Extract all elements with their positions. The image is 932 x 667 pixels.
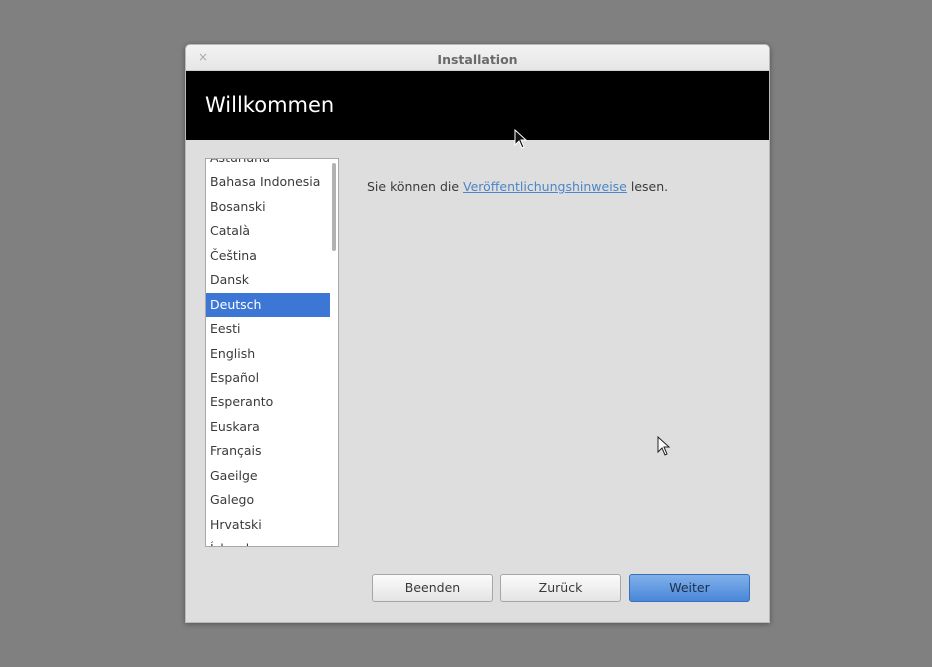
release-notes-text: Sie können die Veröffentlichungshinweise… (367, 179, 668, 194)
language-items: Asturianu Bahasa Indonesia Bosanski Cata… (206, 159, 330, 546)
language-item[interactable]: Eesti (206, 317, 330, 341)
release-notes-link[interactable]: Veröffentlichungshinweise (463, 179, 627, 194)
scrollbar-thumb[interactable] (332, 163, 336, 251)
mouse-pointer-icon (514, 129, 528, 149)
language-item[interactable]: English (206, 342, 330, 366)
mouse-pointer-icon (657, 436, 671, 456)
language-item[interactable]: Español (206, 366, 330, 390)
language-list[interactable]: Asturianu Bahasa Indonesia Bosanski Cata… (205, 158, 339, 547)
language-item[interactable]: Čeština (206, 244, 330, 268)
window-title: Installation (437, 52, 518, 67)
language-item[interactable]: Galego (206, 488, 330, 512)
release-notes-prefix: Sie können die (367, 179, 464, 194)
language-item[interactable]: Bosanski (206, 195, 330, 219)
installer-window: × Installation Willkommen Asturianu Baha… (185, 44, 770, 623)
language-item[interactable]: Euskara (206, 415, 330, 439)
next-button[interactable]: Weiter (629, 574, 750, 602)
back-button[interactable]: Zurück (500, 574, 621, 602)
quit-button[interactable]: Beenden (372, 574, 493, 602)
language-item[interactable]: Català (206, 219, 330, 243)
language-item[interactable]: Hrvatski (206, 513, 330, 537)
language-item[interactable]: Íslenska (206, 537, 330, 546)
language-item[interactable]: Asturianu (206, 159, 330, 170)
language-item[interactable]: Bahasa Indonesia (206, 170, 330, 194)
titlebar[interactable]: × Installation (186, 45, 769, 71)
language-item[interactable]: Deutsch (206, 292, 330, 318)
desktop: × Installation Willkommen Asturianu Baha… (0, 0, 932, 667)
release-notes-suffix: lesen. (626, 179, 669, 194)
welcome-header: Willkommen (186, 71, 769, 140)
language-item[interactable]: Dansk (206, 268, 330, 292)
language-list-scrollbar[interactable] (331, 159, 337, 546)
language-item[interactable]: Esperanto (206, 390, 330, 414)
page-title: Willkommen (205, 93, 335, 117)
language-item[interactable]: Gaeilge (206, 464, 330, 488)
language-item[interactable]: Français (206, 439, 330, 463)
